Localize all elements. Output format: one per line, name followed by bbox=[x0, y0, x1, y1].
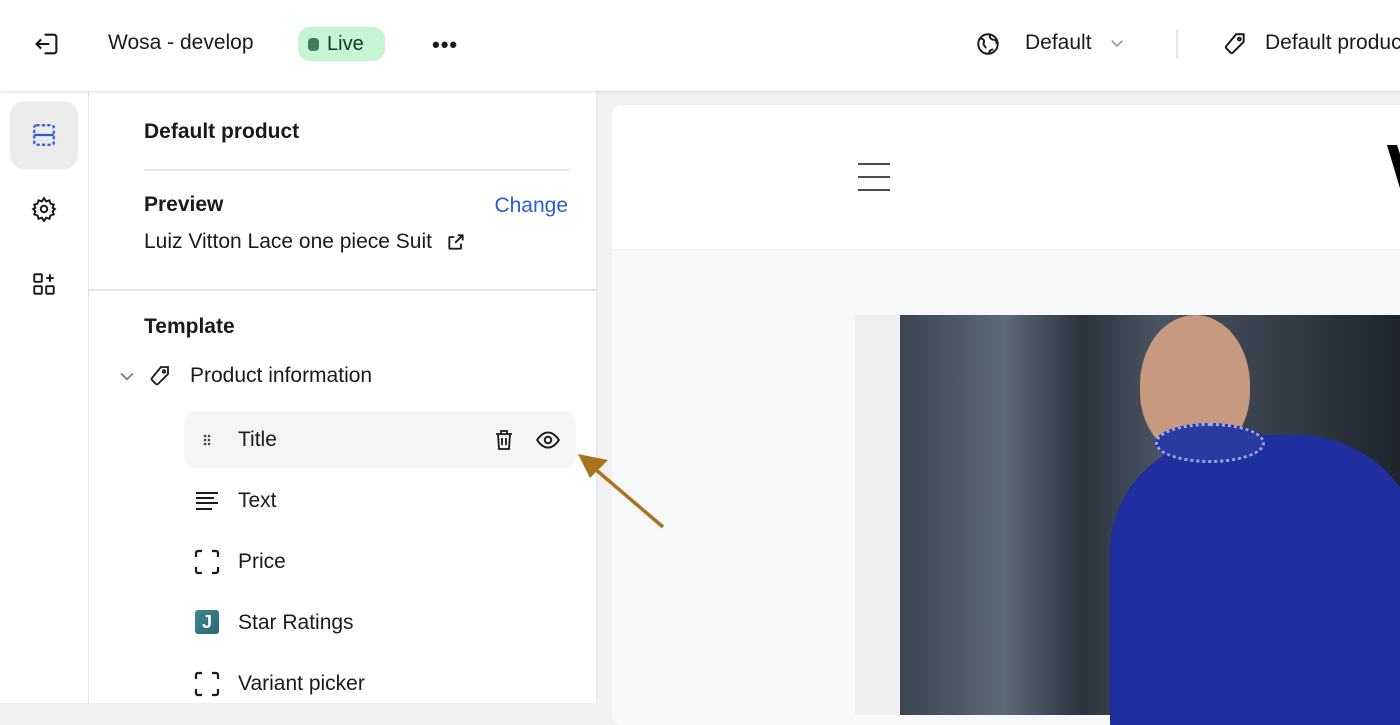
preview-frame bbox=[612, 105, 1400, 725]
store-header bbox=[612, 105, 1400, 250]
block-text[interactable]: Text bbox=[184, 472, 576, 529]
more-options-icon[interactable]: ••• bbox=[432, 32, 458, 58]
dashed-block-icon bbox=[194, 549, 220, 575]
app-j-icon: J bbox=[195, 610, 219, 634]
section-product-information[interactable]: Product information bbox=[117, 364, 372, 388]
theme-selector[interactable]: Default bbox=[1025, 31, 1126, 55]
block-label: Star Ratings bbox=[238, 610, 354, 634]
template-selector[interactable]: Default product bbox=[1265, 31, 1400, 55]
sections-icon bbox=[33, 124, 55, 146]
chevron-down-icon bbox=[1110, 40, 1123, 48]
block-variant-picker[interactable]: Variant picker bbox=[184, 655, 576, 712]
change-link[interactable]: Change bbox=[494, 194, 568, 218]
gear-icon bbox=[31, 196, 57, 222]
panel-title: Default product bbox=[144, 120, 300, 143]
status-text: Live bbox=[327, 32, 364, 55]
blue-dress bbox=[1110, 435, 1400, 725]
block-title[interactable]: Title bbox=[184, 411, 576, 468]
status-badge: Live bbox=[298, 27, 385, 61]
product-media bbox=[855, 315, 1400, 725]
tag-icon bbox=[1224, 33, 1245, 55]
store-preview bbox=[597, 91, 1400, 725]
dashed-block-icon bbox=[194, 671, 220, 697]
block-star-ratings[interactable]: J Star Ratings bbox=[184, 594, 576, 651]
preview-product-link[interactable]: Luiz Vitton Lace one piece Suit bbox=[144, 230, 466, 254]
product-image bbox=[900, 315, 1400, 725]
store-logo bbox=[1387, 145, 1400, 189]
store-name: Wosa - develop bbox=[108, 31, 254, 54]
tag-icon bbox=[150, 366, 169, 386]
add-app-icon bbox=[33, 273, 55, 295]
theme-selector-label: Default bbox=[1025, 31, 1092, 54]
icon-rail bbox=[0, 91, 89, 703]
block-label: Price bbox=[238, 549, 286, 573]
section-label: Product information bbox=[190, 364, 373, 387]
top-bar: Wosa - develop Live ••• Default Default … bbox=[0, 0, 1400, 91]
block-label: Text bbox=[238, 488, 277, 512]
jeweled-collar bbox=[1155, 423, 1265, 463]
block-label: Variant picker bbox=[238, 671, 365, 695]
status-dot bbox=[308, 37, 319, 51]
divider bbox=[1176, 30, 1178, 58]
settings-button[interactable] bbox=[10, 175, 78, 243]
eye-icon[interactable] bbox=[534, 427, 562, 453]
preview-label: Preview bbox=[144, 193, 224, 216]
drag-handle-icon[interactable] bbox=[194, 427, 220, 453]
block-label: Title bbox=[238, 427, 277, 451]
preview-product-name: Luiz Vitton Lace one piece Suit bbox=[144, 230, 432, 253]
annotation-arrow bbox=[578, 454, 665, 529]
block-price[interactable]: Price bbox=[184, 533, 576, 590]
chevron-down-icon[interactable] bbox=[117, 366, 137, 386]
trash-icon[interactable] bbox=[492, 427, 516, 453]
sections-button[interactable] bbox=[10, 101, 78, 169]
exit-icon[interactable] bbox=[33, 30, 61, 58]
external-link-icon bbox=[448, 234, 464, 250]
hamburger-menu-icon[interactable] bbox=[858, 162, 890, 192]
text-lines-icon bbox=[196, 492, 218, 510]
template-label: Template bbox=[144, 315, 235, 338]
editor-panel: Default product Preview Change Luiz Vitt… bbox=[89, 91, 597, 703]
divider bbox=[89, 289, 597, 291]
globe-icon bbox=[977, 33, 999, 55]
divider bbox=[144, 169, 569, 171]
apps-button[interactable] bbox=[10, 250, 78, 318]
